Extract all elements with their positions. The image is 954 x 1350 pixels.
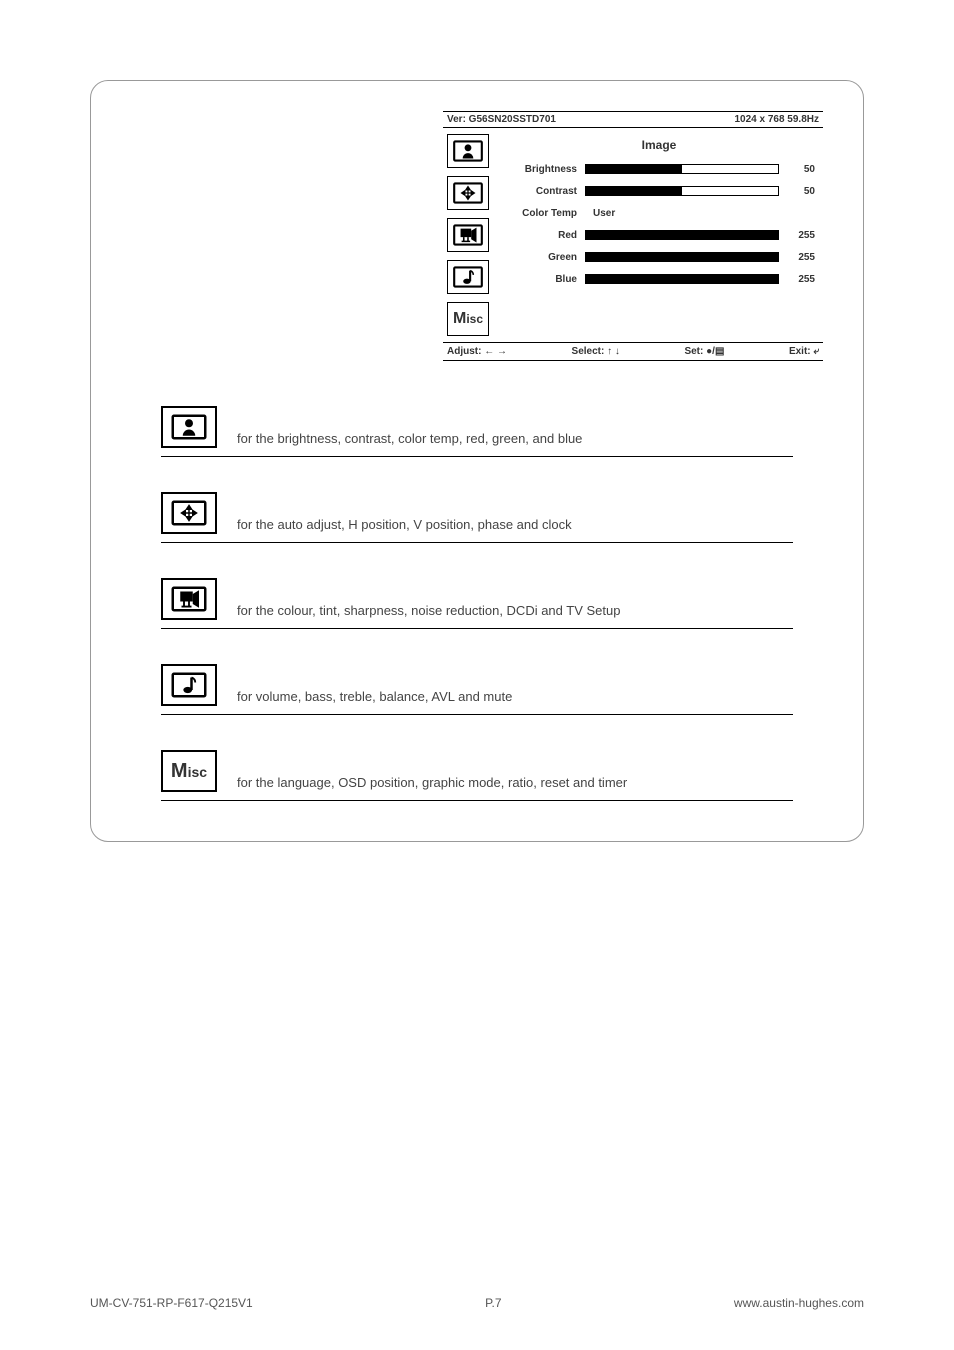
hint-set: Set: ●/▤ xyxy=(684,346,724,357)
legend-text-video: for the colour, tint, sharpness, noise r… xyxy=(237,603,620,624)
legend-text-image: for the brightness, contrast, color temp… xyxy=(237,431,582,452)
label-colortemp: Color Temp xyxy=(503,208,585,219)
value-contrast: 50 xyxy=(787,186,815,197)
legend-row-position: for the auto adjust, H position, V posit… xyxy=(161,487,793,543)
audio-icon xyxy=(161,664,217,706)
footer-right: www.austin-hughes.com xyxy=(734,1296,864,1310)
value-colortemp: User xyxy=(585,208,615,219)
tab-audio[interactable] xyxy=(447,260,489,294)
param-colortemp[interactable]: Color Temp User xyxy=(503,202,815,224)
label-green: Green xyxy=(503,252,585,263)
tab-position[interactable] xyxy=(447,176,489,210)
page-footer: UM-CV-751-RP-F617-Q215V1 P.7 www.austin-… xyxy=(0,1296,954,1310)
legend-text-position: for the auto adjust, H position, V posit… xyxy=(237,517,572,538)
legend-row-video: for the colour, tint, sharpness, noise r… xyxy=(161,573,793,629)
osd-panel: Ver: G56SN20SSTD701 1024 x 768 59.8Hz Mi… xyxy=(443,111,823,361)
footer-left: UM-CV-751-RP-F617-Q215V1 xyxy=(90,1296,253,1310)
video-icon xyxy=(161,578,217,620)
label-brightness: Brightness xyxy=(503,164,585,175)
value-green: 255 xyxy=(787,252,815,263)
tab-misc[interactable]: Misc xyxy=(447,302,489,336)
label-blue: Blue xyxy=(503,274,585,285)
tab-image[interactable] xyxy=(447,134,489,168)
image-icon xyxy=(161,406,217,448)
osd-version: Ver: G56SN20SSTD701 xyxy=(447,114,556,125)
param-green[interactable]: Green 255 xyxy=(503,246,815,268)
param-brightness[interactable]: Brightness 50 xyxy=(503,158,815,180)
param-blue[interactable]: Blue 255 xyxy=(503,268,815,290)
osd-panel-title: Image xyxy=(503,138,815,152)
hint-adjust: Adjust: ← → xyxy=(447,346,507,357)
tab-video[interactable] xyxy=(447,218,489,252)
osd-resolution: 1024 x 768 59.8Hz xyxy=(734,114,819,125)
label-red: Red xyxy=(503,230,585,241)
osd-tab-list: Misc xyxy=(443,128,499,342)
label-contrast: Contrast xyxy=(503,186,585,197)
param-contrast[interactable]: Contrast 50 xyxy=(503,180,815,202)
value-brightness: 50 xyxy=(787,164,815,175)
param-red[interactable]: Red 255 xyxy=(503,224,815,246)
legend-row-audio: for volume, bass, treble, balance, AVL a… xyxy=(161,659,793,715)
value-blue: 255 xyxy=(787,274,815,285)
value-red: 255 xyxy=(787,230,815,241)
legend-row-image: for the brightness, contrast, color temp… xyxy=(161,401,793,457)
legend-row-misc: Misc for the language, OSD position, gra… xyxy=(161,745,793,801)
hint-exit: Exit: ⤶ xyxy=(789,346,819,357)
footer-center: P.7 xyxy=(485,1296,501,1310)
misc-icon: Misc xyxy=(161,750,217,792)
position-icon xyxy=(161,492,217,534)
legend-text-misc: for the language, OSD position, graphic … xyxy=(237,775,627,796)
hint-select: Select: ↑ ↓ xyxy=(572,346,620,357)
legend-text-audio: for volume, bass, treble, balance, AVL a… xyxy=(237,689,512,710)
page-frame: Ver: G56SN20SSTD701 1024 x 768 59.8Hz Mi… xyxy=(90,80,864,842)
legend: for the brightness, contrast, color temp… xyxy=(121,401,833,801)
